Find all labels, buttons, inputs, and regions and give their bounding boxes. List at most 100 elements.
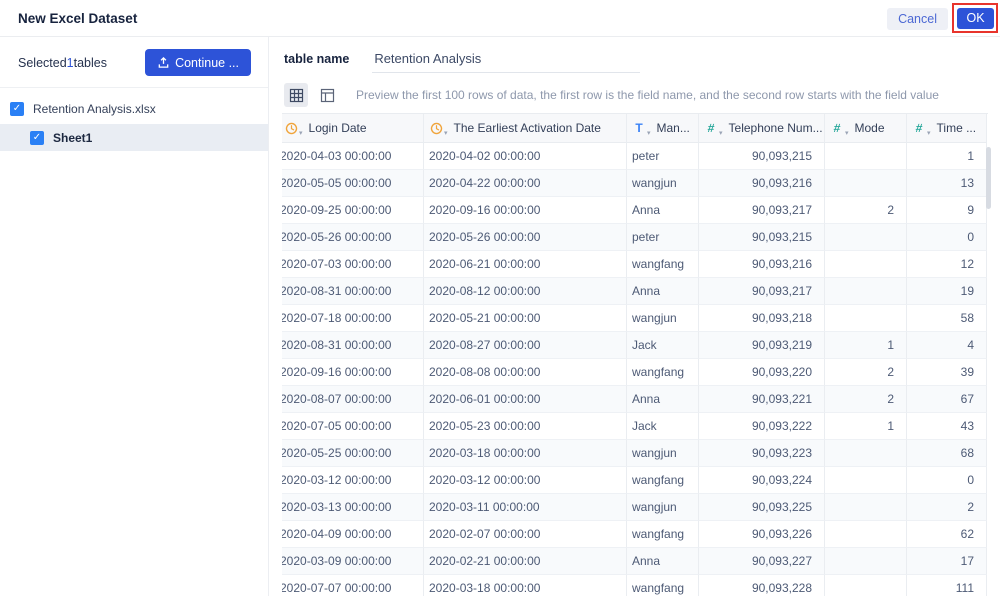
layout-view-button[interactable] <box>315 83 339 107</box>
cell-value: 2020-03-18 00:00:00 <box>429 581 541 595</box>
cell-mode: 2 <box>825 197 907 224</box>
table-row: 2020-07-18 00:00:00 2020-05-21 00:00:00 wa… <box>282 305 988 332</box>
table-row: 2020-07-07 00:00:00 2020-03-18 00:00:00 wa… <box>282 575 988 596</box>
cell-value: 2 <box>887 365 894 379</box>
cell-time: 1 <box>907 143 987 170</box>
cell-value: wangjun <box>632 176 677 190</box>
cell-value: 2020-04-22 00:00:00 <box>429 176 541 190</box>
continue-button[interactable]: Continue ... <box>145 49 251 76</box>
cell-value: 2020-07-05 00:00:00 <box>282 419 392 433</box>
cell-the-earliest-activation-date: 2020-04-02 00:00:00 <box>424 143 627 170</box>
column-header-man[interactable]: T ▾ Man... <box>627 114 699 143</box>
cell-value: Jack <box>632 419 657 433</box>
cell-login-date: 2020-04-09 00:00:00 <box>282 521 424 548</box>
table-row: 2020-05-25 00:00:00 2020-03-18 00:00:00 wa… <box>282 440 988 467</box>
cell-value: wangfang <box>632 473 685 487</box>
cell-value: 2020-07-18 00:00:00 <box>282 311 392 325</box>
cell-mode <box>825 170 907 197</box>
cell-value: 90,093,221 <box>751 392 812 406</box>
cell-value: Anna <box>632 203 661 217</box>
file-item-retention-analysis[interactable]: ✓ Retention Analysis.xlsx <box>0 96 268 121</box>
cell-value: 111 <box>955 581 974 595</box>
cell-value: 4 <box>967 338 974 352</box>
cell-value: 90,093,220 <box>751 365 812 379</box>
column-header-the-earliest-activation-date[interactable]: ▾ The Earliest Activation Date <box>424 114 627 143</box>
number-icon: # <box>914 121 924 135</box>
cell-man: peter <box>627 143 699 170</box>
cell-man: wangjun <box>627 440 699 467</box>
sheet-checkbox[interactable]: ✓ <box>30 130 44 145</box>
cell-value: wangfang <box>632 527 685 541</box>
preview-toolbar: Preview the first 100 rows of data, the … <box>284 83 939 107</box>
cell-time: 19 <box>907 278 987 305</box>
sheet-selection-sidebar: Selected1tables Continue ... ✓ Retention… <box>0 37 269 596</box>
column-header-time[interactable]: # ▾ Time ... <box>907 114 987 143</box>
cell-value: 2020-09-16 00:00:00 <box>429 203 541 217</box>
cell-the-earliest-activation-date: 2020-04-22 00:00:00 <box>424 170 627 197</box>
selected-tables-label: Selected1tables <box>18 56 107 70</box>
cell-value: 90,093,215 <box>751 230 812 244</box>
cell-man: wangfang <box>627 521 699 548</box>
ok-button[interactable]: OK <box>957 8 994 29</box>
cell-time: 39 <box>907 359 987 386</box>
table-row: 2020-08-07 00:00:00 2020-06-01 00:00:00 An… <box>282 386 988 413</box>
cell-login-date: 2020-03-09 00:00:00 <box>282 548 424 575</box>
sort-caret-icon: ▾ <box>927 130 931 137</box>
cell-value: 2020-05-25 00:00:00 <box>282 446 392 460</box>
file-name: Retention Analysis.xlsx <box>33 101 156 116</box>
cell-the-earliest-activation-date: 2020-09-16 00:00:00 <box>424 197 627 224</box>
vertical-scrollbar-thumb[interactable] <box>986 147 991 209</box>
cell-value: 2020-05-26 00:00:00 <box>429 230 541 244</box>
cell-the-earliest-activation-date: 2020-03-18 00:00:00 <box>424 575 627 596</box>
table-row: 2020-08-31 00:00:00 2020-08-27 00:00:00 Ja… <box>282 332 988 359</box>
cell-the-earliest-activation-date: 2020-03-18 00:00:00 <box>424 440 627 467</box>
grid-view-button[interactable] <box>284 83 308 107</box>
cell-time: 62 <box>907 521 987 548</box>
cell-man: wangfang <box>627 359 699 386</box>
cell-value: 2020-04-09 00:00:00 <box>282 527 392 541</box>
cell-man: Anna <box>627 278 699 305</box>
column-header-label: Login Date <box>308 121 367 135</box>
column-header-label: Time ... <box>936 121 977 135</box>
cell-value: 90,093,217 <box>751 203 812 217</box>
table-row: 2020-04-09 00:00:00 2020-02-07 00:00:00 wa… <box>282 521 988 548</box>
cell-value: 90,093,218 <box>751 311 812 325</box>
sheet-item-sheet1[interactable]: ✓ Sheet1 <box>0 124 268 151</box>
cell-time: 58 <box>907 305 987 332</box>
cell-mode <box>825 494 907 521</box>
table-row: 2020-08-31 00:00:00 2020-08-12 00:00:00 An… <box>282 278 988 305</box>
table-name-row: table name <box>284 51 641 73</box>
cell-value: 13 <box>960 176 974 190</box>
cell-value: 39 <box>960 365 974 379</box>
cell-value: 90,093,224 <box>751 473 812 487</box>
cell-value: 9 <box>967 203 974 217</box>
cancel-button[interactable]: Cancel <box>887 8 948 30</box>
column-header-login-date[interactable]: ▾ Login Date <box>282 114 424 143</box>
cell-value: 2020-05-23 00:00:00 <box>429 419 541 433</box>
column-header-label: The Earliest Activation Date <box>453 121 601 135</box>
cell-value: 90,093,225 <box>751 500 812 514</box>
cell-man: wangjun <box>627 494 699 521</box>
file-checkbox[interactable]: ✓ <box>10 101 24 116</box>
column-header-telephone-num[interactable]: # ▾ Telephone Num... <box>699 114 825 143</box>
cell-time: 17 <box>907 548 987 575</box>
cell-value: 2020-03-13 00:00:00 <box>282 500 392 514</box>
cell-value: 2020-04-03 00:00:00 <box>282 149 392 163</box>
preview-table: ▾ Login Date ▾ The Earliest Activation Date… <box>282 113 988 596</box>
cell-man: wangfang <box>627 251 699 278</box>
cell-value: 2020-08-07 00:00:00 <box>282 392 392 406</box>
clock-icon <box>429 121 443 135</box>
cell-time: 9 <box>907 197 987 224</box>
cell-value: Jack <box>632 338 657 352</box>
cell-value: 2020-03-12 00:00:00 <box>429 473 541 487</box>
cell-value: 2020-03-18 00:00:00 <box>429 446 541 460</box>
cell-man: peter <box>627 224 699 251</box>
column-header-label: Telephone Num... <box>728 121 823 135</box>
cell-login-date: 2020-05-26 00:00:00 <box>282 224 424 251</box>
cell-value: Anna <box>632 554 661 568</box>
table-name-input[interactable] <box>372 51 641 73</box>
column-header-mode[interactable]: # ▾ Mode <box>825 114 907 143</box>
sort-caret-icon: ▾ <box>444 130 448 137</box>
selected-count: 1 <box>66 56 74 70</box>
cell-value: wangjun <box>632 446 677 460</box>
